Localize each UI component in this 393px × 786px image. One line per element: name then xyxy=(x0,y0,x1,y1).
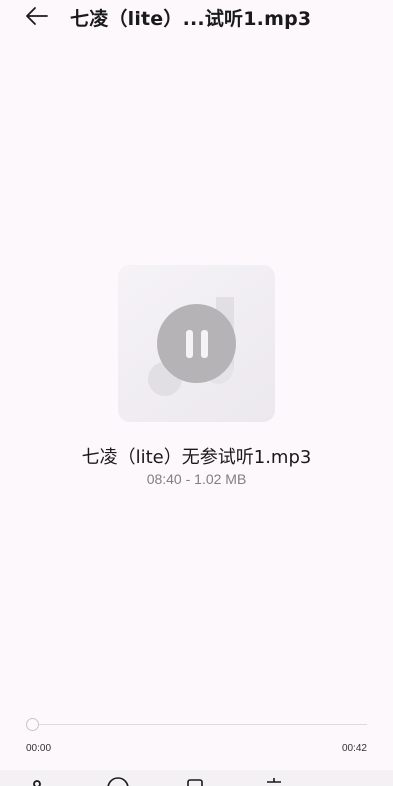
delete-icon[interactable] xyxy=(262,776,286,786)
favorite-icon[interactable] xyxy=(106,776,130,786)
file-name: 七凌（lite）无参试听1.mp3 xyxy=(81,447,312,468)
page-title: 七凌（lite）...试听1.mp3 xyxy=(70,8,312,30)
pause-button[interactable] xyxy=(157,304,236,383)
back-button[interactable] xyxy=(22,3,52,29)
pause-icon-bar xyxy=(200,329,208,358)
more-icon[interactable] xyxy=(340,776,364,786)
elapsed-time: 00:00 xyxy=(26,743,52,754)
progress-slider[interactable] xyxy=(33,724,367,725)
pause-icon xyxy=(185,329,193,358)
share-icon[interactable] xyxy=(29,776,53,786)
copy-icon[interactable] xyxy=(184,776,208,786)
bottom-toolbar xyxy=(0,770,393,786)
album-art xyxy=(118,265,275,422)
title-bar: 七凌（lite）...试听1.mp3 xyxy=(0,0,393,34)
file-meta: 08:40 - 1.02 MB xyxy=(146,471,247,487)
total-duration: 00:42 xyxy=(341,743,367,754)
arrow-left-icon xyxy=(26,7,48,25)
progress-thumb[interactable] xyxy=(26,718,39,731)
